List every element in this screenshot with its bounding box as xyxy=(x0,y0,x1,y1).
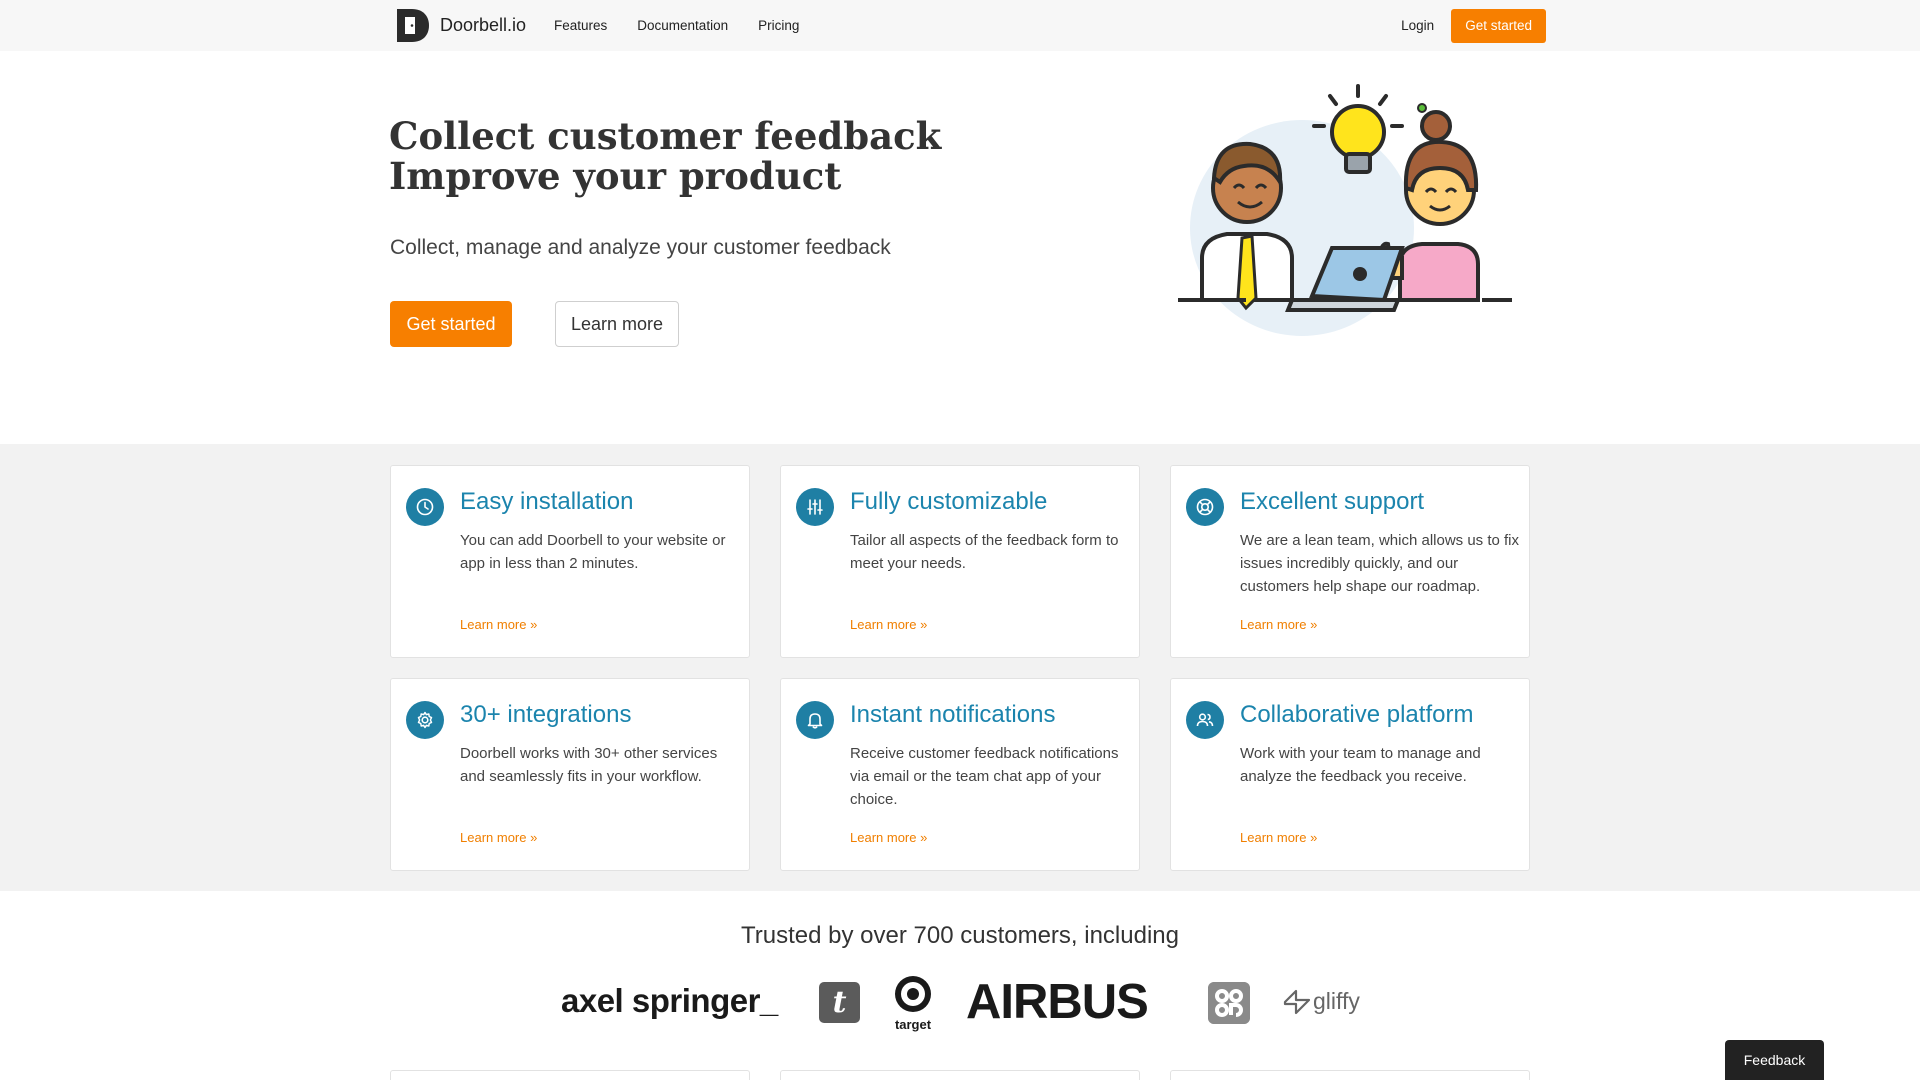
hero-get-started-button[interactable]: Get started xyxy=(390,301,512,347)
feature-learn-more-link[interactable]: Learn more » xyxy=(850,617,927,632)
feature-card-integrations: 30+ integrations Doorbell works with 30+… xyxy=(390,678,750,871)
users-icon xyxy=(1186,701,1224,739)
feature-learn-more-link[interactable]: Learn more » xyxy=(850,830,927,845)
nav-link-features[interactable]: Features xyxy=(554,18,607,33)
nav-link-documentation[interactable]: Documentation xyxy=(637,18,728,33)
top-nav: Doorbell.io Features Documentation Prici… xyxy=(0,0,1920,51)
gliffy-logo-text: gliffy xyxy=(1313,988,1360,1014)
hero-learn-more-button[interactable]: Learn more xyxy=(555,301,679,347)
next-section-card xyxy=(1170,1070,1530,1080)
feature-description: Tailor all aspects of the feedback form … xyxy=(850,532,1119,572)
feature-description: You can add Doorbell to your website or … xyxy=(460,532,726,572)
axel-springer-logo: axel springer_ xyxy=(561,982,778,1019)
hero-subtitle: Collect, manage and analyze your custome… xyxy=(390,236,891,259)
clock-icon xyxy=(406,488,444,526)
target-logo-text: target xyxy=(895,1017,932,1032)
door-logo-icon xyxy=(397,9,429,42)
brand-logo-link[interactable]: Doorbell.io xyxy=(396,8,526,43)
feature-description: We are a lean team, which allows us to f… xyxy=(1240,532,1520,595)
feature-title: Easy installation xyxy=(460,488,634,515)
next-section-card xyxy=(390,1070,750,1080)
bell-icon xyxy=(796,701,834,739)
feature-title: Collaborative platform xyxy=(1240,701,1474,728)
nav-container: Doorbell.io Features Documentation Prici… xyxy=(396,0,1546,51)
feature-title: Fully customizable xyxy=(850,488,1048,515)
hero-title-line-1: Collect customer feedback xyxy=(389,114,942,158)
feature-title: 30+ integrations xyxy=(460,701,632,728)
airbus-logo: AIRBUS xyxy=(966,975,1149,1029)
feature-card-excellent-support: Excellent support We are a lean team, wh… xyxy=(1170,465,1530,658)
gliffy-logo: gliffy xyxy=(1282,988,1360,1015)
lifebuoy-icon xyxy=(1186,488,1224,526)
trusted-heading: Trusted by over 700 customers, including xyxy=(741,922,1179,949)
feature-learn-more-link[interactable]: Learn more » xyxy=(1240,830,1317,845)
gear-icon xyxy=(406,701,444,739)
next-section-card xyxy=(780,1070,1140,1080)
feature-learn-more-link[interactable]: Learn more » xyxy=(460,617,537,632)
feature-description: Doorbell works with 30+ other services a… xyxy=(460,745,718,785)
feature-learn-more-link[interactable]: Learn more » xyxy=(460,830,537,845)
t-logo: t xyxy=(819,982,860,1023)
team-illustration xyxy=(1178,84,1518,336)
coop-logo xyxy=(1208,982,1250,1024)
feature-card-fully-customizable: Fully customizable Tailor all aspects of… xyxy=(780,465,1140,658)
hero-title-line-2: Improve your product xyxy=(389,154,842,198)
login-link[interactable]: Login xyxy=(1401,18,1434,33)
sliders-icon xyxy=(796,488,834,526)
feature-description: Work with your team to manage and analyz… xyxy=(1240,745,1481,785)
nav-links: Features Documentation Pricing xyxy=(554,0,829,51)
feature-card-easy-installation: Easy installation You can add Doorbell t… xyxy=(390,465,750,658)
feature-title: Excellent support xyxy=(1240,488,1425,515)
nav-right: Login Get started xyxy=(1401,0,1546,51)
feature-card-instant-notifications: Instant notifications Receive customer f… xyxy=(780,678,1140,871)
customer-logos: axel springer_ t target AIRBUS gliffy xyxy=(0,970,1920,1032)
nav-link-pricing[interactable]: Pricing xyxy=(758,18,799,33)
feedback-tab-button[interactable]: Feedback xyxy=(1725,1040,1824,1080)
feature-card-collaborative-platform: Collaborative platform Work with your te… xyxy=(1170,678,1530,871)
target-logo: target xyxy=(895,976,932,1032)
hero-title: Collect customer feedback Improve your p… xyxy=(389,116,1009,196)
gliffy-mark-icon xyxy=(1283,989,1311,1014)
brand-name: Doorbell.io xyxy=(440,15,527,35)
feature-learn-more-link[interactable]: Learn more » xyxy=(1240,617,1317,632)
nav-get-started-button[interactable]: Get started xyxy=(1451,8,1546,43)
feature-title: Instant notifications xyxy=(850,701,1056,728)
feature-description: Receive customer feedback notifications … xyxy=(850,745,1119,808)
